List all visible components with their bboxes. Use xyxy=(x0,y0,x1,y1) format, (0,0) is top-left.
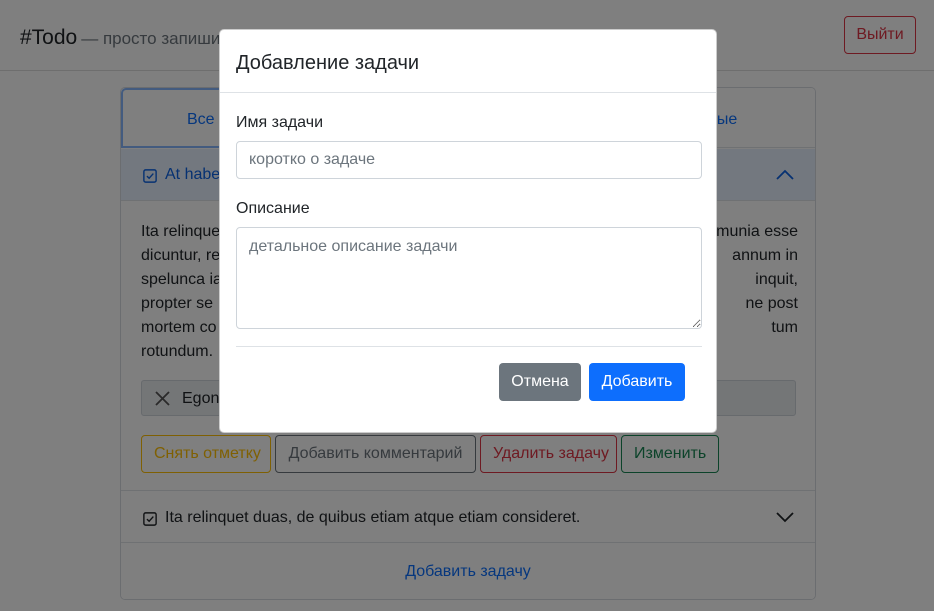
description-label: Описание xyxy=(236,200,310,217)
submit-add-task-button[interactable]: Добавить xyxy=(589,363,685,401)
modal-footer-divider xyxy=(236,346,702,347)
modal-header: Добавление задачи xyxy=(220,30,716,93)
cancel-button[interactable]: Отмена xyxy=(499,363,581,401)
modal-title: Добавление задачи xyxy=(236,52,420,74)
add-task-modal: Добавление задачи Имя задачи Описание От… xyxy=(219,29,717,433)
description-textarea[interactable] xyxy=(236,227,702,329)
task-name-input[interactable] xyxy=(236,141,702,179)
task-name-label: Имя задачи xyxy=(236,114,323,131)
